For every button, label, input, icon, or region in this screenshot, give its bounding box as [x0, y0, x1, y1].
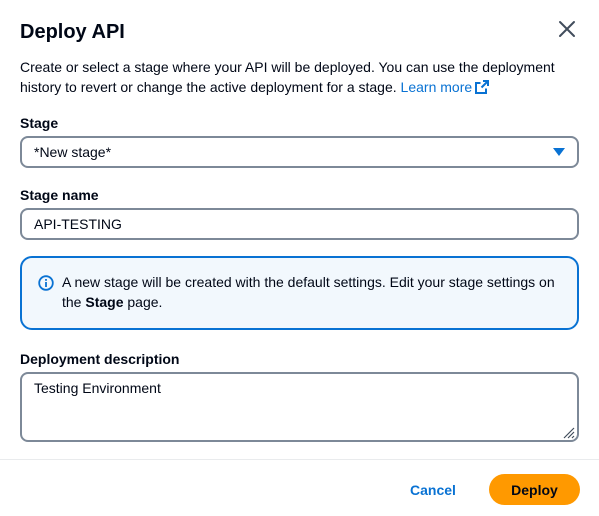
deployment-description-textarea[interactable]: Testing Environment: [20, 372, 579, 442]
deployment-description-label: Deployment description: [20, 351, 180, 367]
dialog-title: Deploy API: [20, 21, 125, 43]
alert-stage-bold: Stage: [85, 294, 124, 310]
external-link-icon: [475, 79, 490, 99]
dialog-description: Create or select a stage where your API …: [20, 57, 575, 99]
footer-divider: [0, 459, 599, 460]
stage-selected-value: *New stage*: [34, 144, 112, 160]
deploy-button[interactable]: Deploy: [489, 474, 580, 505]
stage-name-input[interactable]: [20, 208, 579, 240]
cancel-button[interactable]: Cancel: [396, 474, 470, 506]
caret-down-icon: [553, 148, 565, 156]
stage-name-label: Stage name: [20, 187, 99, 203]
close-icon: [559, 21, 575, 37]
resize-grip-icon[interactable]: [561, 425, 575, 444]
close-button[interactable]: [555, 17, 579, 41]
deploy-api-dialog: Deploy API Create or select a stage wher…: [0, 0, 599, 516]
alert-text-after: page.: [123, 294, 163, 310]
dialog-header: Deploy API: [20, 18, 579, 48]
info-alert: A new stage will be created with the def…: [20, 256, 579, 330]
stage-select[interactable]: *New stage*: [20, 136, 579, 168]
info-icon: [38, 275, 54, 296]
learn-more-label: Learn more: [400, 79, 473, 95]
learn-more-link[interactable]: Learn more: [401, 79, 490, 95]
stage-label: Stage: [20, 115, 59, 131]
